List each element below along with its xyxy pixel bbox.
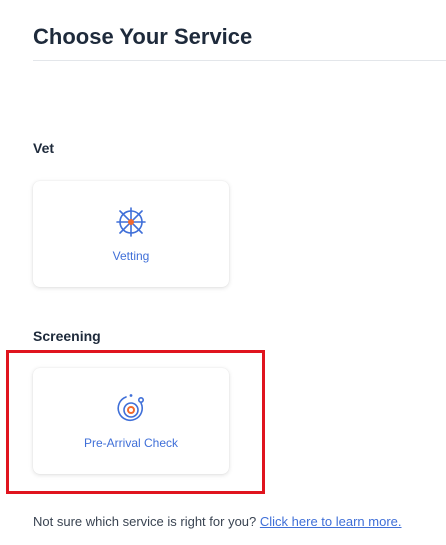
selection-highlight bbox=[6, 350, 265, 494]
service-card-vetting[interactable]: Vetting bbox=[33, 181, 229, 287]
title-divider bbox=[33, 60, 446, 61]
learn-more-link[interactable]: Click here to learn more. bbox=[260, 514, 402, 529]
section-label-screening: Screening bbox=[33, 328, 101, 344]
help-text: Not sure which service is right for you?… bbox=[33, 514, 402, 529]
vetting-icon bbox=[116, 207, 146, 237]
section-label-vet: Vet bbox=[33, 140, 55, 156]
page-title: Choose Your Service bbox=[33, 24, 253, 49]
help-text-question: Not sure which service is right for you? bbox=[33, 514, 257, 529]
service-card-label: Vetting bbox=[112, 249, 150, 263]
